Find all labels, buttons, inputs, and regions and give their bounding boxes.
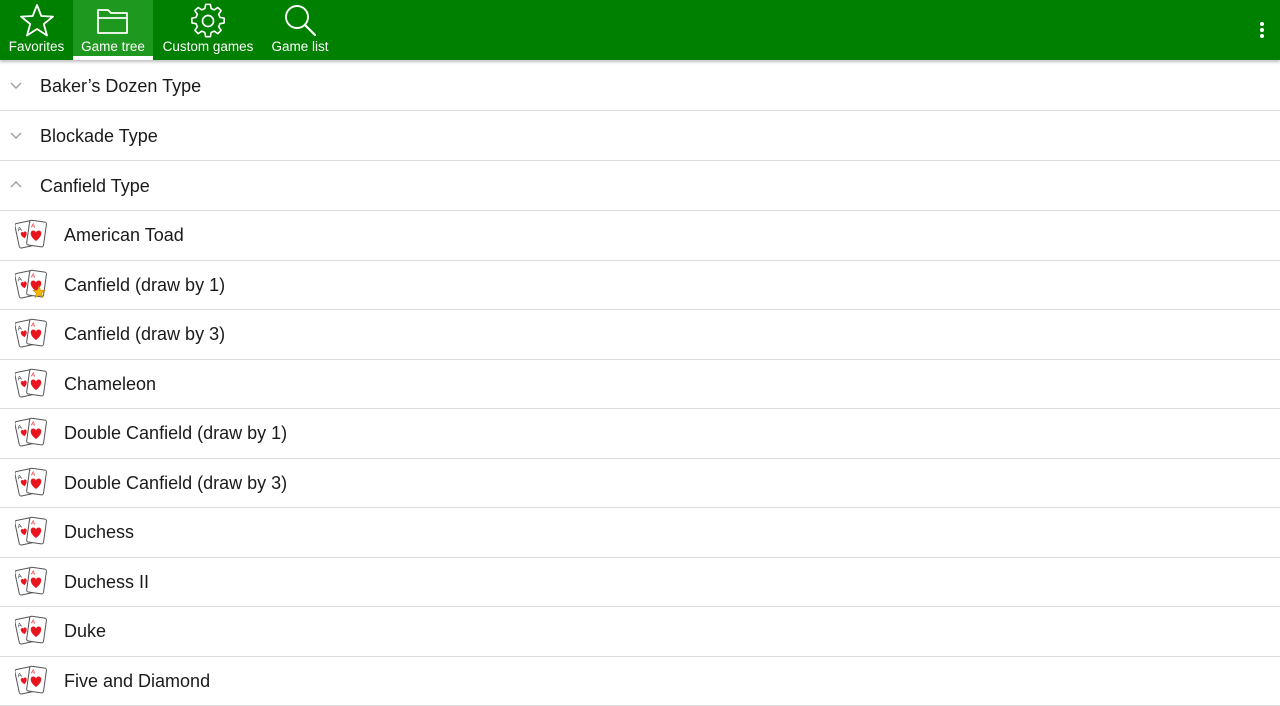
cards-icon: A A (15, 516, 49, 548)
game-label: Double Canfield (draw by 1) (64, 422, 287, 444)
tab-custom-games-label: Custom games (153, 39, 263, 55)
svg-text:A: A (31, 322, 36, 329)
game-label: Double Canfield (draw by 3) (64, 472, 287, 494)
game-label: Canfield (draw by 1) (64, 274, 225, 296)
game-row[interactable]: A A Canfield (draw by 3) (0, 310, 1280, 360)
game-row[interactable]: A A Canfield (draw by 1) (0, 261, 1280, 311)
search-icon (281, 2, 319, 40)
game-rows: A A American Toad A A Canfield (draw by … (0, 211, 1280, 706)
game-row[interactable]: A A American Toad (0, 211, 1280, 261)
group-row-canfield[interactable]: Canfield Type (0, 161, 1280, 211)
svg-text:A: A (31, 421, 36, 428)
group-label: Baker’s Dozen Type (40, 75, 201, 97)
game-row[interactable]: A A Double Canfield (draw by 1) (0, 409, 1280, 459)
game-label: Duchess II (64, 571, 149, 593)
svg-text:A: A (31, 520, 36, 527)
game-label: Chameleon (64, 373, 156, 395)
svg-text:A: A (31, 669, 36, 676)
chevron-up-icon (9, 180, 23, 190)
chevron-down-icon (9, 80, 23, 90)
group-label: Blockade Type (40, 125, 158, 147)
tab-game-tree-label: Game tree (73, 39, 153, 55)
group-row-blockade[interactable]: Blockade Type (0, 111, 1280, 161)
cards-icon: A A (15, 368, 49, 400)
game-label: Five and Diamond (64, 670, 210, 692)
game-label: American Toad (64, 224, 184, 246)
svg-text:A: A (31, 471, 36, 478)
cards-icon: A A (15, 417, 49, 449)
game-label: Duchess (64, 521, 134, 543)
cards-icon: A A (15, 269, 49, 301)
cards-icon: A A (15, 318, 49, 350)
cards-icon: A A (15, 219, 49, 251)
game-label: Canfield (draw by 3) (64, 323, 225, 345)
tab-custom-games[interactable]: Custom games (153, 0, 263, 60)
cards-icon: A A (15, 566, 49, 598)
tab-game-tree[interactable]: Game tree (73, 0, 153, 60)
gear-icon (189, 2, 227, 40)
game-row[interactable]: A A Chameleon (0, 360, 1280, 410)
tab-favorites[interactable]: Favorites (0, 0, 73, 60)
game-row[interactable]: A A Duchess (0, 508, 1280, 558)
more-vertical-icon[interactable] (1250, 14, 1274, 46)
tab-favorites-label: Favorites (0, 39, 73, 55)
tab-game-list[interactable]: Game list (263, 0, 337, 60)
svg-text:A: A (31, 223, 36, 230)
folder-icon (94, 2, 132, 40)
chevron-down-icon (9, 130, 23, 140)
star-outline-icon (18, 2, 56, 40)
game-row[interactable]: A A Five and Diamond (0, 657, 1280, 706)
svg-text:A: A (31, 619, 36, 626)
cards-icon: A A (15, 467, 49, 499)
game-label: Duke (64, 620, 106, 642)
svg-text:A: A (31, 273, 36, 280)
game-row[interactable]: A A Duchess II (0, 558, 1280, 608)
game-tree-list: Baker’s Dozen Type Blockade Type Canfiel… (0, 61, 1280, 706)
game-row[interactable]: A A Duke (0, 607, 1280, 657)
cards-icon: A A (15, 615, 49, 647)
top-toolbar: Favorites Game tree Custom games Game li… (0, 0, 1280, 60)
svg-text:A: A (31, 372, 36, 379)
group-label: Canfield Type (40, 175, 150, 197)
tab-game-list-label: Game list (263, 39, 337, 55)
group-row-bakers-dozen[interactable]: Baker’s Dozen Type (0, 61, 1280, 111)
svg-text:A: A (31, 570, 36, 577)
cards-icon: A A (15, 665, 49, 697)
game-row[interactable]: A A Double Canfield (draw by 3) (0, 459, 1280, 509)
